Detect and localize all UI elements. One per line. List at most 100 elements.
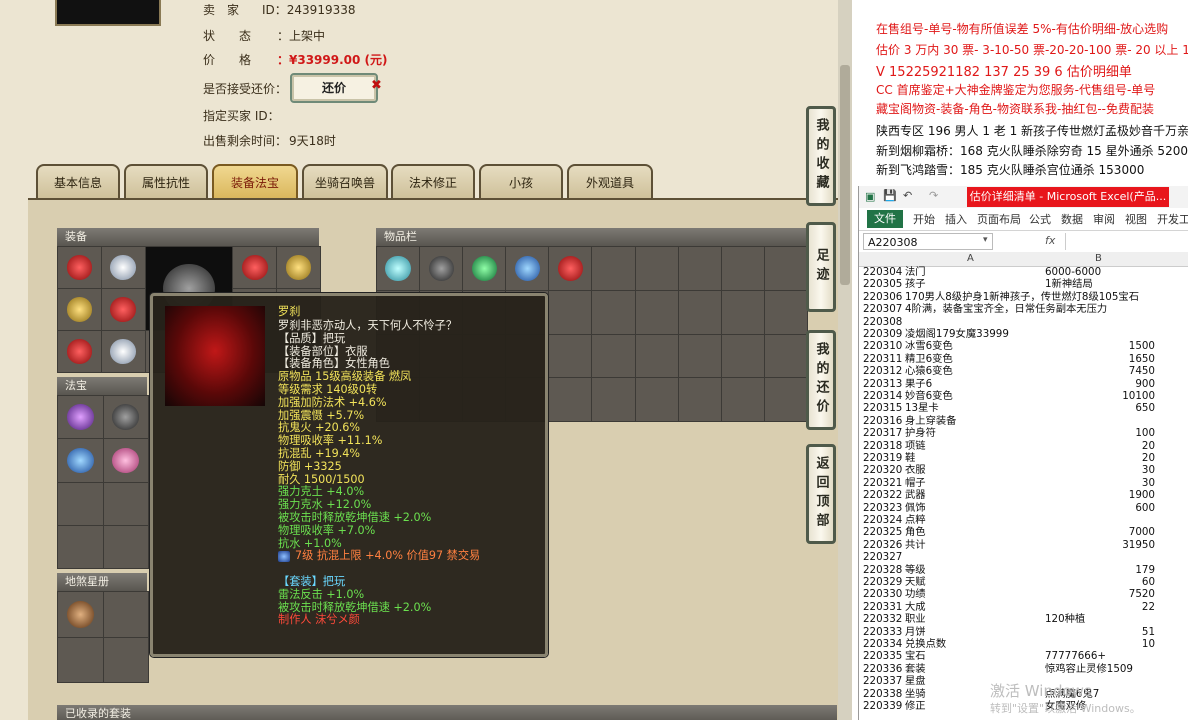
row-number[interactable]: 220306 [859,291,903,303]
cell-a[interactable]: 兑换点数 [905,638,1045,650]
cell-b[interactable]: 7520 [1045,588,1155,600]
cell-a[interactable]: 衣服 [905,464,1045,476]
cell-b[interactable]: 10100 [1045,390,1155,402]
cell-b[interactable]: 1650 [1045,353,1155,365]
row-number[interactable]: 220335 [859,650,903,662]
equip-slot-necklace-alt[interactable] [101,247,145,288]
cell-b[interactable]: 60 [1045,576,1155,588]
equip-slot-shoes[interactable] [101,331,145,372]
star-map-slot[interactable] [58,592,103,637]
inventory-slot[interactable] [549,378,592,421]
row-number[interactable]: 220321 [859,477,903,489]
inventory-slot[interactable] [721,247,764,290]
treasure-slot[interactable] [58,439,103,482]
equip-slot-armor[interactable] [101,289,145,330]
row-number[interactable]: 220333 [859,626,903,638]
treasure-slot[interactable] [58,525,103,568]
footprint-button[interactable]: 足迹 [806,222,836,312]
cell-a[interactable]: 13星卡 [905,402,1045,414]
cell-b[interactable]: 600 [1045,502,1155,514]
cell-a[interactable]: 170男人8级护身1新神孩子，传世燃灯8级105宝石 [905,291,1185,303]
cell-a[interactable]: 心猿6变色 [905,365,1045,377]
cell-b[interactable]: 120种植 [1045,613,1155,625]
treasure-slot[interactable] [58,396,103,439]
cell-b[interactable]: 900 [1045,378,1155,390]
row-number[interactable]: 220322 [859,489,903,501]
cell-b[interactable]: 1500 [1045,340,1155,352]
cell-b[interactable]: 650 [1045,402,1155,414]
cell-a[interactable]: 点粹 [905,514,1045,526]
inventory-slot[interactable] [678,247,721,290]
chevron-down-icon[interactable]: ▾ [983,235,988,245]
inventory-slot[interactable] [764,290,807,334]
ribbon-tab-home[interactable]: 开始 [913,211,935,227]
treasure-slot[interactable] [58,482,103,525]
equip-slot-necklace[interactable] [277,247,320,288]
row-number[interactable]: 220330 [859,588,903,600]
star-map-slot[interactable] [58,637,103,682]
row-number[interactable]: 220320 [859,464,903,476]
inventory-slot[interactable] [764,378,807,421]
cell-b[interactable]: 30 [1045,464,1155,476]
cell-b[interactable]: 100 [1045,427,1155,439]
cell-b[interactable]: 20 [1045,452,1155,464]
treasure-slot[interactable] [103,482,148,525]
inventory-slot[interactable] [377,247,420,290]
cell-b[interactable]: 10 [1045,638,1155,650]
inventory-slot[interactable] [549,334,592,378]
cell-b[interactable]: 1新神结局 [1045,278,1155,290]
row-number[interactable]: 220313 [859,378,903,390]
row-number[interactable]: 220316 [859,415,903,427]
undo-icon[interactable]: ↶ [903,189,912,202]
ribbon-tab-developer[interactable]: 开发工具 [1157,211,1188,227]
row-number[interactable]: 220311 [859,353,903,365]
row-number[interactable]: 220327 [859,551,903,563]
cell-b[interactable]: 31950 [1045,539,1155,551]
excel-file-tab[interactable]: 文件 [867,210,903,228]
row-number[interactable]: 220332 [859,613,903,625]
cell-b[interactable]: 1900 [1045,489,1155,501]
inventory-slot[interactable] [635,290,678,334]
tab-equipment[interactable]: 装备法宝 [212,164,298,200]
tab-spell-mods[interactable]: 法术修正 [391,164,475,200]
cell-a[interactable]: 项链 [905,440,1045,452]
row-number[interactable]: 220337 [859,675,903,687]
cell-a[interactable]: 武器 [905,489,1045,501]
excel-icon[interactable]: ▣ [865,190,875,203]
equip-slot-weapon[interactable] [58,289,101,330]
tab-appearance[interactable]: 外观道具 [567,164,653,200]
row-number[interactable]: 220312 [859,365,903,377]
inventory-slot[interactable] [721,334,764,378]
inventory-slot[interactable] [549,247,592,290]
name-box[interactable]: A220308 [863,233,993,250]
cell-a[interactable]: 等级 [905,564,1045,576]
inventory-slot[interactable] [463,247,506,290]
tab-mounts[interactable]: 坐骑召唤兽 [302,164,388,200]
cell-a[interactable]: 角色 [905,526,1045,538]
tab-attributes[interactable]: 属性抗性 [124,164,208,200]
inventory-slot[interactable] [592,247,635,290]
haggle-button[interactable]: 还价 [290,73,378,103]
row-number[interactable]: 220326 [859,539,903,551]
row-number[interactable]: 220325 [859,526,903,538]
tab-child[interactable]: 小孩 [479,164,563,200]
inventory-slot[interactable] [549,290,592,334]
row-number[interactable]: 220318 [859,440,903,452]
row-number[interactable]: 220308 [859,316,903,328]
my-haggle-button[interactable]: 我的还价 [806,330,836,430]
cell-a[interactable]: 月饼 [905,626,1045,638]
star-map-slot[interactable] [103,637,148,682]
row-number[interactable]: 220304 [859,266,903,278]
row-number[interactable]: 220307 [859,303,903,315]
row-number[interactable]: 220324 [859,514,903,526]
row-number[interactable]: 220315 [859,402,903,414]
cell-a[interactable]: 孩子 [905,278,1045,290]
my-favorites-button[interactable]: 我的收藏 [806,106,836,206]
cell-a[interactable]: 帽子 [905,477,1045,489]
cell-b[interactable]: 22 [1045,601,1155,613]
equip-slot-hat[interactable] [58,247,101,288]
cell-a[interactable]: 4阶满，装备宝宝齐全，日常任务副本无压力 [905,303,1185,315]
cell-a[interactable]: 宝石 [905,650,1045,662]
column-header-b[interactable]: B [1095,253,1102,264]
row-number[interactable]: 220339 [859,700,903,712]
